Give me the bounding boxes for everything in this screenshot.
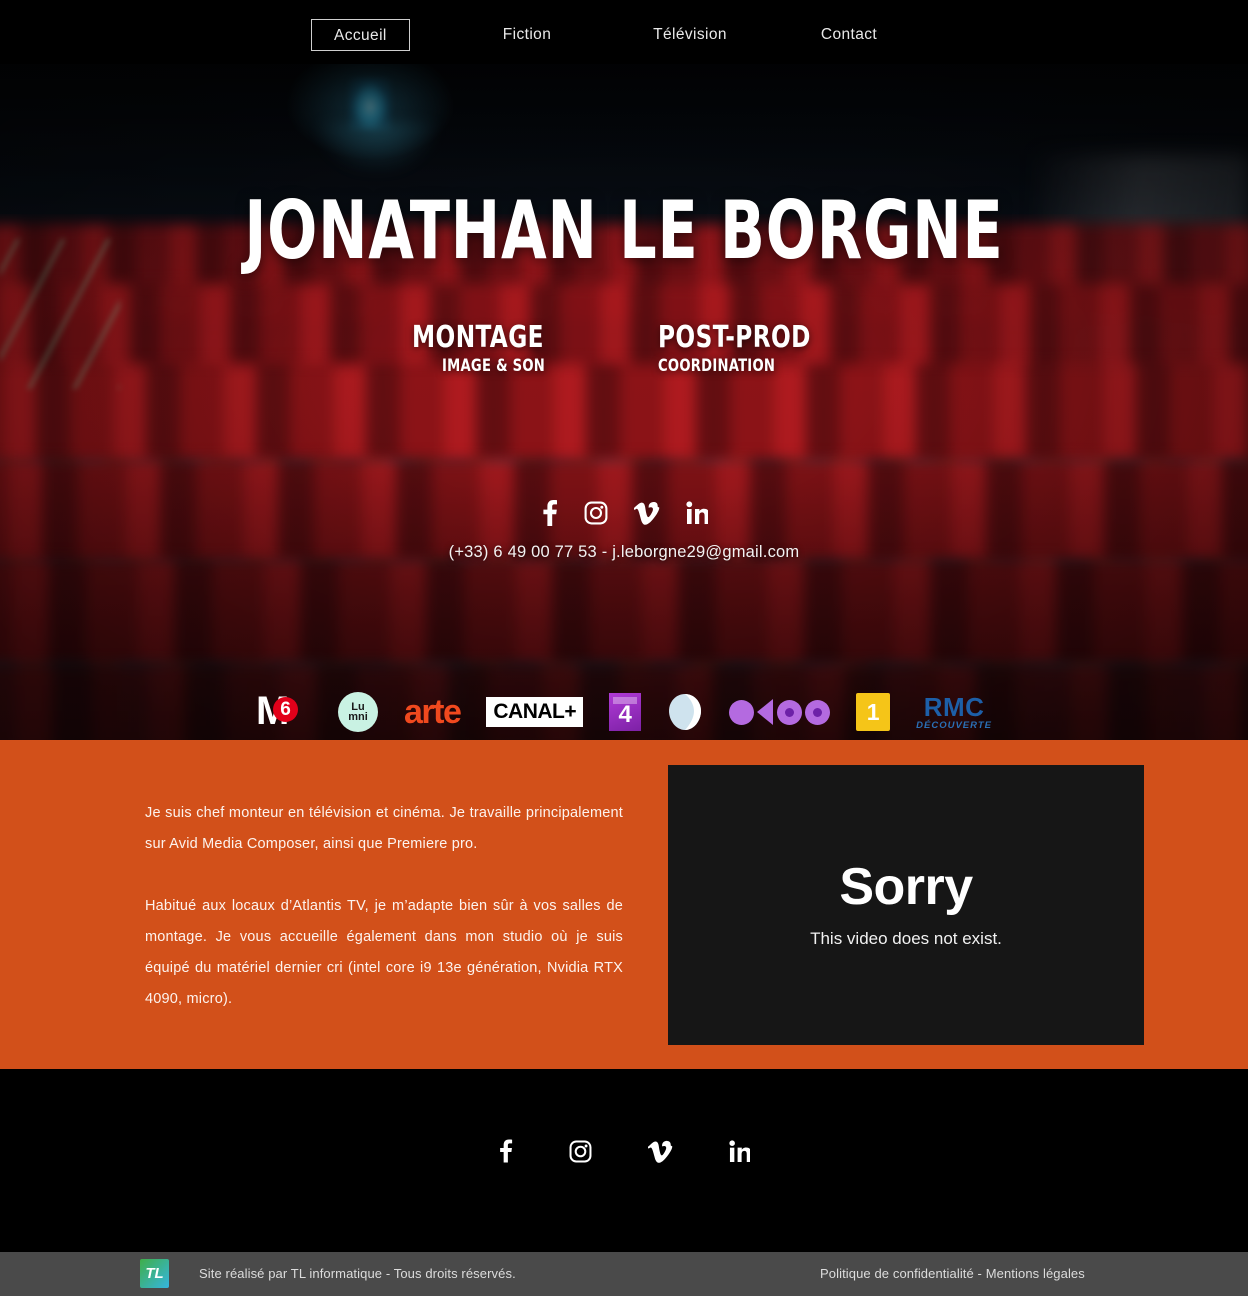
facebook-icon[interactable] [498, 1139, 513, 1163]
logo-rmc-text: RMC [923, 691, 985, 722]
logo-rmc-sub: DÉCOUVERTE [916, 719, 992, 731]
tl-informatique-logo: TL [140, 1259, 169, 1288]
role-sub-label: IMAGE & SON [442, 355, 546, 376]
page-root: Accueil Fiction Télévision Contact JONAT… [0, 0, 1248, 1296]
footer-legal-links[interactable]: Politique de confidentialité - Mentions … [820, 1266, 1085, 1281]
role-montage: MONTAGE IMAGE & SON [412, 322, 565, 376]
client-logo-strip: M6 Lu mni arte CANAL+ 4 1 RMC DÉCOUVERTE [0, 684, 1248, 740]
logo-france4-text: 4 [609, 693, 642, 731]
footer-credit-text: Site réalisé par TL informatique - Tous … [199, 1266, 516, 1281]
video-error-title: Sorry [839, 858, 973, 916]
about-paragraph: Habitué aux locaux d’Atlantis TV, je m’a… [145, 898, 623, 1007]
nav-item-fiction[interactable]: Fiction [481, 19, 573, 51]
logo-rmc-decouverte: RMC DÉCOUVERTE [916, 692, 992, 732]
logo-france-1 [856, 692, 891, 732]
linkedin-icon[interactable] [729, 1139, 750, 1163]
nav-item-contact[interactable]: Contact [800, 19, 898, 51]
footer-credit-bar: TL Site réalisé par TL informatique - To… [0, 1252, 1248, 1296]
footer-social-links [0, 1139, 1248, 1163]
facebook-icon[interactable] [541, 500, 558, 526]
hero-content: JONATHAN LE BORGNE MONTAGE IMAGE & SON P… [0, 64, 1248, 740]
about-paragraph: Je suis chef monteur en télévision et ci… [145, 805, 623, 852]
role-main-label: POST-PROD [657, 320, 811, 355]
instagram-icon[interactable] [584, 501, 608, 525]
vimeo-icon[interactable] [648, 1140, 673, 1163]
logo-arte: arte [404, 692, 462, 732]
instagram-icon[interactable] [569, 1140, 592, 1163]
top-navigation: Accueil Fiction Télévision Contact [0, 0, 1248, 64]
role-sub-label: COORDINATION [657, 355, 776, 376]
role-main-label: MONTAGE [412, 320, 545, 355]
hero-roles: MONTAGE IMAGE & SON POST-PROD COORDINATI… [0, 322, 1248, 376]
logo-canal-plus: CANAL+ [486, 692, 584, 732]
hero-contact-line[interactable]: (+33) 6 49 00 77 53 - j.leborgne29@gmail… [0, 543, 1248, 562]
hero-title: JONATHAN LE BORGNE [244, 184, 1004, 277]
role-post-prod: POST-PROD COORDINATION [658, 322, 836, 376]
logo-arte-text: arte [404, 692, 462, 731]
logo-lumni: Lu mni [338, 692, 379, 732]
hero-section: JONATHAN LE BORGNE MONTAGE IMAGE & SON P… [0, 64, 1248, 740]
about-text-column: Je suis chef monteur en télévision et ci… [145, 798, 623, 1015]
about-section: Je suis chef monteur en télévision et ci… [0, 740, 1248, 1069]
linkedin-icon[interactable] [685, 501, 708, 525]
vimeo-icon[interactable] [633, 501, 660, 525]
logo-m6: M6 [256, 691, 312, 732]
footer-social-section [0, 1069, 1248, 1252]
logo-salto [667, 692, 703, 732]
video-player-panel[interactable]: Sorry This video does not exist. [668, 765, 1144, 1045]
hero-social-links [0, 500, 1248, 526]
logo-france-4: 4 [609, 692, 642, 732]
logo-okoo [729, 692, 831, 732]
nav-item-accueil[interactable]: Accueil [311, 19, 410, 51]
video-error-message: This video does not exist. [810, 929, 1002, 948]
nav-item-television[interactable]: Télévision [635, 19, 745, 51]
logo-canal-text: CANAL+ [486, 697, 584, 727]
